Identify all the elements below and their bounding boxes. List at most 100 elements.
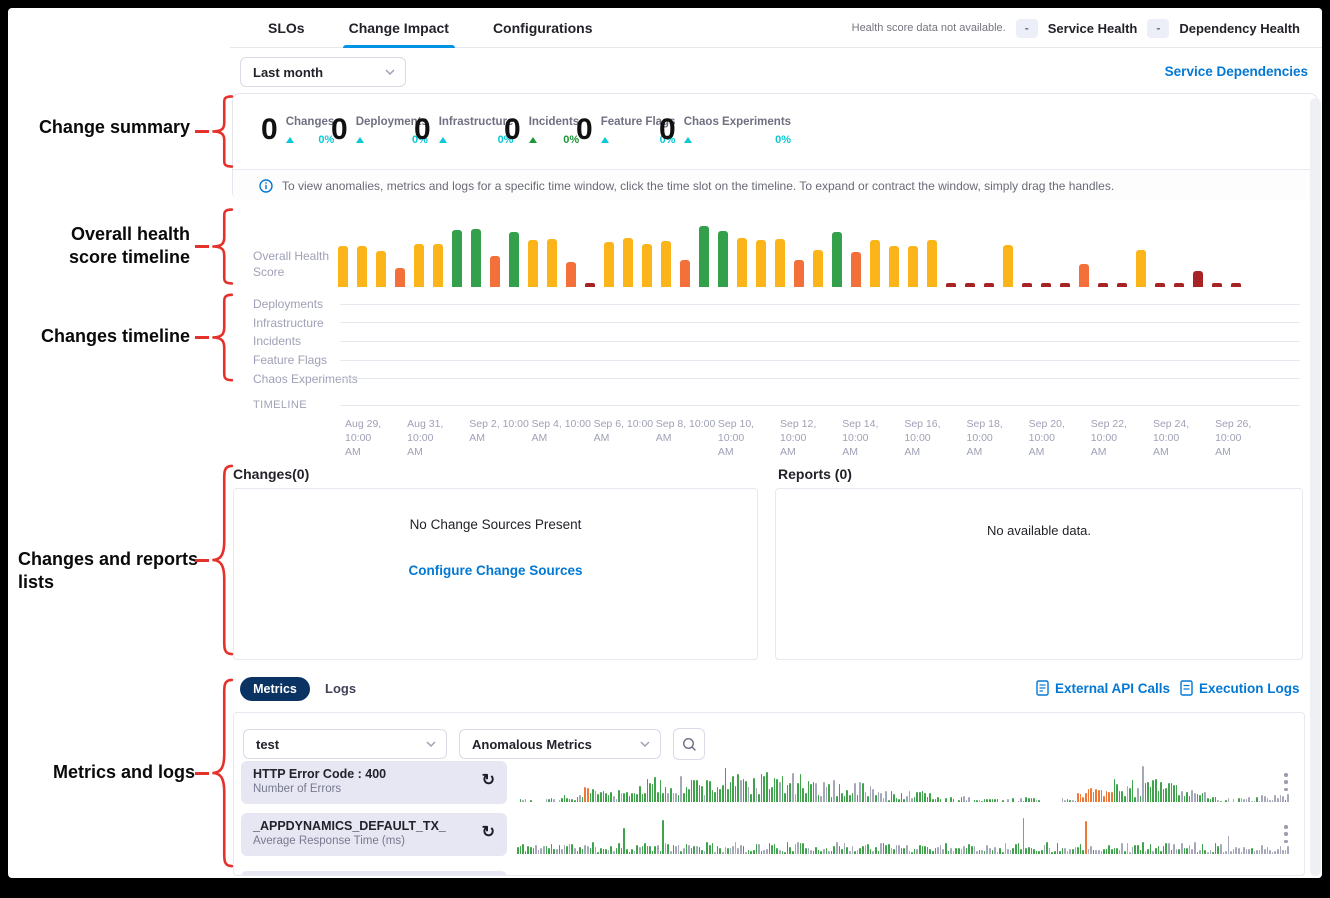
execution-logs-link[interactable]: Execution Logs <box>1180 680 1300 696</box>
health-score-bar[interactable] <box>1098 283 1108 287</box>
service-health-badge: - <box>1016 19 1038 38</box>
health-score-bar[interactable] <box>908 246 918 287</box>
timeline-date: Sep 16, 10:00 AM <box>904 417 964 459</box>
health-score-bar[interactable] <box>851 252 861 287</box>
timeline-date: Sep 2, 10:00 AM <box>469 417 529 445</box>
health-score-bar[interactable] <box>642 244 652 287</box>
summary-changes: 0Changes0% <box>261 114 334 146</box>
health-score-bar[interactable] <box>490 256 500 287</box>
health-score-bar[interactable] <box>1193 271 1203 287</box>
health-score-bar[interactable] <box>357 246 367 287</box>
tab-change-impact[interactable]: Change Impact <box>349 8 449 48</box>
health-score-bar[interactable] <box>832 232 842 287</box>
external-api-calls-link[interactable]: External API Calls <box>1036 680 1170 696</box>
annotation-change-summary: Change summary <box>39 116 190 139</box>
health-score-bar[interactable] <box>1155 283 1165 287</box>
refresh-icon[interactable]: ↻ <box>482 772 495 790</box>
tab-label: Change Impact <box>349 20 449 36</box>
health-score-bar[interactable] <box>604 242 614 287</box>
trend-up-icon <box>356 137 364 143</box>
health-score-bar[interactable] <box>1174 283 1184 287</box>
health-score-bar[interactable] <box>756 240 766 287</box>
health-score-bar[interactable] <box>452 230 462 287</box>
health-score-bar[interactable] <box>433 244 443 287</box>
execution-logs-label: Execution Logs <box>1199 681 1300 696</box>
metric-options-menu[interactable] <box>1279 771 1293 793</box>
time-range-select[interactable]: Last month <box>240 57 406 87</box>
health-score-bar[interactable] <box>1136 250 1146 287</box>
annotation-connector <box>195 559 209 562</box>
logs-document-icon <box>1180 680 1193 696</box>
health-score-bar[interactable] <box>1231 283 1241 287</box>
health-score-bar[interactable] <box>889 246 899 287</box>
health-score-bar[interactable] <box>965 283 975 287</box>
active-tab-underline <box>343 45 455 48</box>
health-score-bar[interactable] <box>794 260 804 287</box>
configure-change-sources-link[interactable]: Configure Change Sources <box>234 563 757 578</box>
tab-slos[interactable]: SLOs <box>268 8 305 48</box>
metric-card-appdynamics-default-tx[interactable]: _APPDYNAMICS_DEFAULT_TX_Average Response… <box>241 813 507 856</box>
summary-value: 0 <box>261 114 278 146</box>
service-filter-select[interactable]: test <box>243 729 447 759</box>
search-button[interactable] <box>673 728 705 760</box>
health-score-bar[interactable] <box>984 283 994 287</box>
health-score-bar[interactable] <box>1212 283 1222 287</box>
health-score-bar[interactable] <box>680 260 690 287</box>
annotation-connector <box>195 772 209 775</box>
health-score-bar[interactable] <box>1003 245 1013 287</box>
metric-options-menu[interactable] <box>1279 823 1293 845</box>
change-row-line <box>340 304 1300 305</box>
refresh-icon[interactable]: ↻ <box>482 824 495 842</box>
metric-sparkline <box>517 813 1295 856</box>
health-score-bar[interactable] <box>1060 283 1070 287</box>
health-score-bar[interactable] <box>813 250 823 287</box>
info-banner: To view anomalies, metrics and logs for … <box>233 170 1317 201</box>
service-dependencies-link[interactable]: Service Dependencies <box>1165 64 1308 79</box>
health-score-bar[interactable] <box>1041 283 1051 287</box>
health-score-bar[interactable] <box>718 231 728 287</box>
health-score-bar[interactable] <box>623 238 633 287</box>
health-score-bar[interactable] <box>927 240 937 287</box>
health-score-bar[interactable] <box>1117 283 1127 287</box>
annotation-connector <box>195 245 209 248</box>
health-score-bar[interactable] <box>376 251 386 287</box>
external-api-calls-label: External API Calls <box>1055 681 1170 696</box>
tab-logs[interactable]: Logs <box>325 681 356 696</box>
chevron-down-icon <box>426 741 436 747</box>
timeline-date: Sep 14, 10:00 AM <box>842 417 902 459</box>
timeline-date: Sep 4, 10:00 AM <box>531 417 591 445</box>
service-health-label: Service Health <box>1048 21 1138 36</box>
tab-configurations[interactable]: Configurations <box>493 8 593 48</box>
changes-empty-text: No Change Sources Present <box>234 517 757 532</box>
health-score-bar[interactable] <box>528 240 538 287</box>
tab-metrics[interactable]: Metrics <box>240 677 310 701</box>
change-row-label: Incidents <box>253 334 340 348</box>
change-row-line <box>340 322 1300 323</box>
health-score-bar[interactable] <box>395 268 405 287</box>
summary-value: 0 <box>414 114 431 146</box>
health-score-bar[interactable] <box>737 238 747 287</box>
health-score-bar[interactable] <box>775 239 785 287</box>
health-score-bar[interactable] <box>414 244 424 287</box>
health-score-bar[interactable] <box>547 239 557 287</box>
summary-label: Incidents <box>529 116 579 128</box>
info-icon <box>259 179 273 193</box>
health-score-bar[interactable] <box>471 229 481 287</box>
health-score-bar[interactable] <box>1022 283 1032 287</box>
health-score-bar[interactable] <box>699 226 709 287</box>
summary-label: Infrastructure <box>439 116 514 128</box>
change-row-infrastructure: Infrastructure <box>230 314 1322 333</box>
health-score-bar[interactable] <box>585 283 595 287</box>
health-score-bar[interactable] <box>870 240 880 287</box>
search-icon <box>682 737 697 752</box>
scrollbar-track[interactable] <box>1310 98 1321 876</box>
health-score-bar[interactable] <box>566 262 576 287</box>
metric-type-select[interactable]: Anomalous Metrics <box>459 729 661 759</box>
metrics-card: test Anomalous Metrics HTTP Error Code :… <box>233 712 1305 876</box>
health-score-bar[interactable] <box>338 246 348 287</box>
metric-card-http-error-code-400[interactable]: HTTP Error Code : 400Number of Errors↻ <box>241 761 507 804</box>
health-score-bar[interactable] <box>1079 264 1089 287</box>
health-score-bar[interactable] <box>661 241 671 287</box>
health-score-bar[interactable] <box>946 283 956 287</box>
health-score-bar[interactable] <box>509 232 519 287</box>
